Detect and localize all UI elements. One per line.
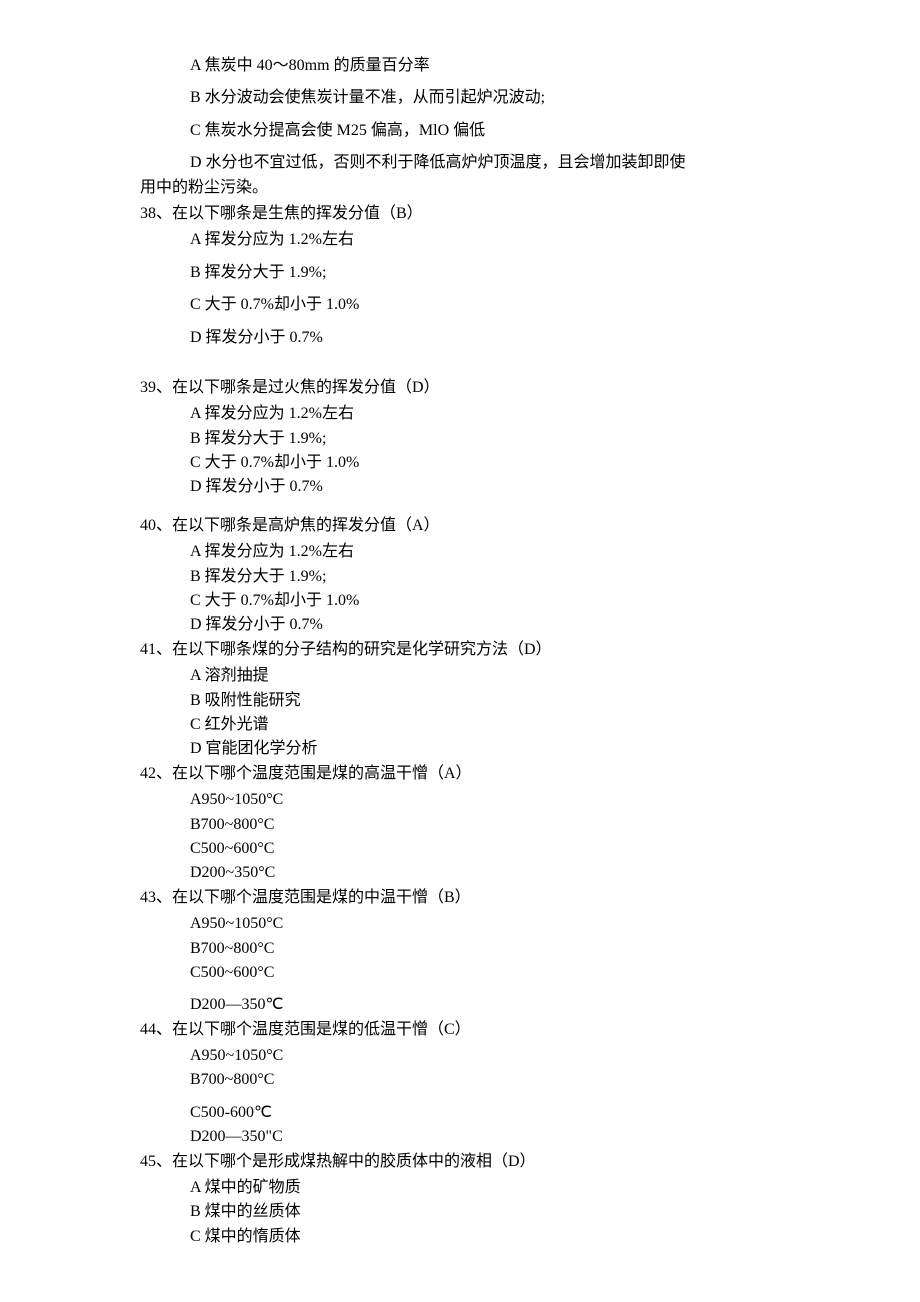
q41-option-a: A 溶剂抽提 bbox=[0, 665, 920, 687]
q40-option-b: B 挥发分大于 1.9%; bbox=[0, 566, 920, 588]
q42-option-b: B700~800°C bbox=[0, 814, 920, 836]
question-40: 40、在以下哪条是高炉焦的挥发分值（A） bbox=[0, 515, 920, 537]
q41-option-c: C 红外光谱 bbox=[0, 714, 920, 736]
question-41: 41、在以下哪条煤的分子结构的研究是化学研究方法（D） bbox=[0, 639, 920, 661]
question-38: 38、在以下哪条是生焦的挥发分值（B） bbox=[0, 203, 920, 225]
q43-option-a: A950~1050°C bbox=[0, 913, 920, 935]
option-d-line1: D 水分也不宜过低，否则不利于降低高炉炉顶温度，且会增加装卸即使 bbox=[0, 152, 920, 174]
q42-option-d: D200~350°C bbox=[0, 862, 920, 884]
q43-option-c: C500~600°C bbox=[0, 962, 920, 984]
q43-option-b: B700~800°C bbox=[0, 938, 920, 960]
q41-option-b: B 吸附性能研究 bbox=[0, 690, 920, 712]
q43-option-d: D200—350℃ bbox=[0, 994, 920, 1016]
q39-option-c: C 大于 0.7%却小于 1.0% bbox=[0, 452, 920, 474]
q45-option-c: C 煤中的惰质体 bbox=[0, 1226, 920, 1248]
question-43: 43、在以下哪个温度范围是煤的中温干憎（B） bbox=[0, 887, 920, 909]
question-44: 44、在以下哪个温度范围是煤的低温干憎（C） bbox=[0, 1019, 920, 1041]
q38-option-d: D 挥发分小于 0.7% bbox=[0, 327, 920, 349]
question-39: 39、在以下哪条是过火焦的挥发分值（D） bbox=[0, 377, 920, 399]
document-page: A 焦炭中 40～80mm 的质量百分率 B 水分波动会使焦炭计量不准，从而引起… bbox=[0, 55, 920, 1248]
q39-option-b: B 挥发分大于 1.9%; bbox=[0, 428, 920, 450]
q42-option-a: A950~1050°C bbox=[0, 789, 920, 811]
option-c: C 焦炭水分提高会使 M25 偏高，MlO 偏低 bbox=[0, 120, 920, 142]
q40-option-a: A 挥发分应为 1.2%左右 bbox=[0, 541, 920, 563]
q40-option-c: C 大于 0.7%却小于 1.0% bbox=[0, 590, 920, 612]
q44-option-a: A950~1050°C bbox=[0, 1045, 920, 1067]
question-45: 45、在以下哪个是形成煤热解中的胶质体中的液相（D） bbox=[0, 1151, 920, 1173]
q44-option-c: C500-600℃ bbox=[0, 1102, 920, 1124]
q44-option-b: B700~800°C bbox=[0, 1069, 920, 1091]
q45-option-b: B 煤中的丝质体 bbox=[0, 1201, 920, 1223]
q39-option-d: D 挥发分小于 0.7% bbox=[0, 476, 920, 498]
q38-option-c: C 大于 0.7%却小于 1.0% bbox=[0, 294, 920, 316]
q41-option-d: D 官能团化学分析 bbox=[0, 738, 920, 760]
q38-option-a: A 挥发分应为 1.2%左右 bbox=[0, 229, 920, 251]
q38-option-b: B 挥发分大于 1.9%; bbox=[0, 262, 920, 284]
q45-option-a: A 煤中的矿物质 bbox=[0, 1177, 920, 1199]
option-d-line2: 用中的粉尘污染。 bbox=[0, 177, 920, 199]
q39-option-a: A 挥发分应为 1.2%左右 bbox=[0, 403, 920, 425]
option-b: B 水分波动会使焦炭计量不准，从而引起炉况波动; bbox=[0, 87, 920, 109]
q44-option-d: D200—350"C bbox=[0, 1126, 920, 1148]
option-a: A 焦炭中 40～80mm 的质量百分率 bbox=[0, 55, 920, 77]
q40-option-d: D 挥发分小于 0.7% bbox=[0, 614, 920, 636]
question-42: 42、在以下哪个温度范围是煤的高温干憎（A） bbox=[0, 763, 920, 785]
q42-option-c: C500~600°C bbox=[0, 838, 920, 860]
